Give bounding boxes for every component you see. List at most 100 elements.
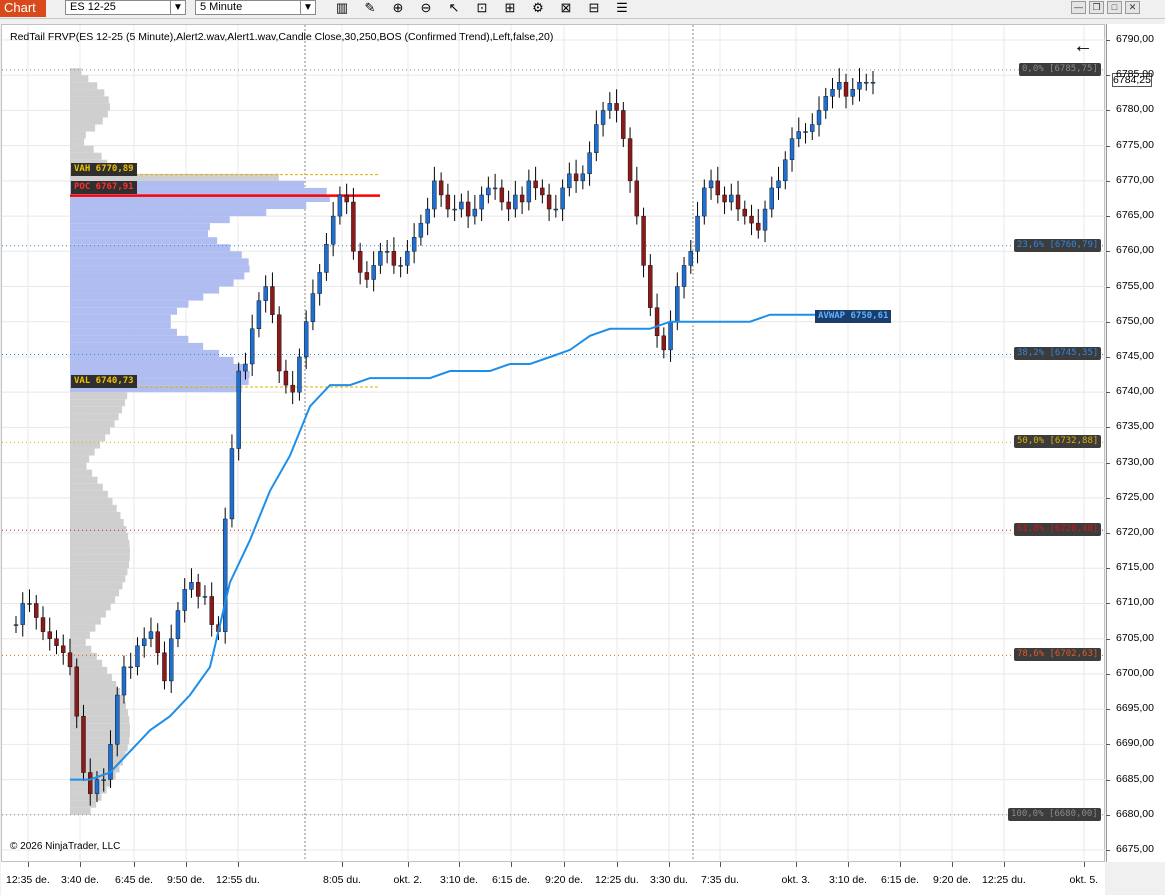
volume-profile-bar <box>70 342 204 350</box>
time-axis-label: 9:20 de. <box>933 874 971 886</box>
fib-level-label: 61,8% [6720,40] <box>1014 523 1102 537</box>
volume-profile-bar <box>70 518 124 526</box>
candle-body <box>823 96 828 111</box>
candle-body <box>587 152 592 175</box>
price-axis-tick <box>1106 638 1110 640</box>
volume-profile-bar <box>70 89 105 97</box>
volume-profile-bar <box>70 209 267 217</box>
candle-body <box>580 173 586 182</box>
volume-profile-bar <box>70 223 210 231</box>
time-axis-tick <box>669 862 670 867</box>
time-axis-tick <box>28 862 29 867</box>
candle-body <box>864 82 869 84</box>
volume-profile-bar <box>70 730 130 738</box>
candle-body <box>13 624 19 626</box>
price-axis-tick <box>1106 110 1110 112</box>
volume-profile-bar <box>70 744 128 752</box>
volume-profile-bar <box>70 356 234 364</box>
price-axis-tick <box>1106 603 1110 605</box>
candle-body <box>34 603 39 618</box>
volume-profile-bar <box>70 540 130 548</box>
volume-profile-bar <box>70 251 242 259</box>
candle-body <box>54 638 59 646</box>
time-axis-tick <box>952 862 953 867</box>
time-axis-label: 12:25 du. <box>982 874 1026 886</box>
volume-profile-bar <box>70 807 91 815</box>
time-axis-tick <box>1084 862 1085 867</box>
volume-profile-bar <box>70 582 123 590</box>
price-axis-label: 6715,00 <box>1116 561 1154 574</box>
price-axis-tick <box>1106 744 1110 746</box>
time-axis-label: 9:50 de. <box>167 874 205 886</box>
candle-body <box>290 384 295 393</box>
candle-body <box>148 631 154 639</box>
volume-profile-bar <box>70 659 103 667</box>
price-axis-label: 6680,00 <box>1116 807 1154 820</box>
candle-body <box>411 237 417 252</box>
time-axis-tick <box>342 862 343 867</box>
price-axis-label: 6750,00 <box>1116 314 1154 327</box>
candle-body <box>81 715 86 773</box>
price-axis-tick <box>1106 462 1110 464</box>
price-axis-label: 6685,00 <box>1116 772 1154 785</box>
candle-body <box>735 194 741 210</box>
volume-profile-bar <box>70 307 178 315</box>
volume-profile-bar <box>70 258 249 266</box>
fib-level-label: 0,0% [6785,75] <box>1019 62 1101 76</box>
price-axis-label: 6710,00 <box>1116 596 1154 609</box>
volume-profile-bar <box>70 237 218 245</box>
candle-body <box>688 251 694 266</box>
candle-body <box>540 187 545 196</box>
volume-profile-bar <box>70 589 120 597</box>
candle-body <box>668 321 673 351</box>
time-axis-tick <box>134 862 135 867</box>
volume-profile-bar <box>70 603 111 611</box>
candle-body <box>648 265 653 308</box>
volume-profile-bar <box>70 265 250 273</box>
time-axis-tick <box>617 862 618 867</box>
candle-body <box>189 582 194 590</box>
candle-body <box>202 596 208 598</box>
time-axis-label: 9:20 de. <box>545 874 583 886</box>
candle-body <box>155 631 160 653</box>
time-axis-tick <box>80 862 81 867</box>
candle-body <box>850 89 855 97</box>
time-axis-label: 12:35 de. <box>6 874 50 886</box>
candle-body <box>128 666 133 669</box>
candle-body <box>661 335 667 351</box>
candle-body <box>405 251 410 266</box>
price-axis-label: 6690,00 <box>1116 737 1154 750</box>
candle-body <box>567 173 572 189</box>
volume-profile-bar <box>70 349 220 357</box>
volume-profile-bar <box>70 617 101 625</box>
volume-profile-bar <box>70 448 95 456</box>
candle-body <box>452 208 457 211</box>
candle-body <box>472 208 478 217</box>
volume-profile-bar <box>70 300 189 308</box>
time-axis-tick <box>564 862 565 867</box>
candle-body <box>614 103 619 111</box>
candle-body <box>654 307 660 337</box>
volume-profile-bar <box>70 406 123 414</box>
back-arrow-icon[interactable]: ← <box>1073 36 1093 56</box>
fib-level-label: 50,0% [6732,88] <box>1014 435 1102 449</box>
time-axis-label: 12:55 du. <box>216 874 260 886</box>
price-axis-tick <box>1106 356 1110 358</box>
price-axis-tick <box>1106 75 1110 77</box>
candle-body <box>74 666 79 717</box>
volume-profile-bar <box>70 75 89 83</box>
volume-profile-bar <box>70 462 87 470</box>
candle-body <box>364 272 370 280</box>
candle-body <box>20 603 25 625</box>
volume-profile-bar <box>70 279 234 287</box>
candle-body <box>857 82 862 90</box>
candle-body <box>621 110 626 139</box>
price-axis-tick <box>1106 673 1110 675</box>
candle-body <box>243 363 248 372</box>
price-axis-label: 6745,00 <box>1116 349 1154 362</box>
volume-profile-bar <box>70 624 96 632</box>
candle-body <box>756 222 761 231</box>
price-axis-tick <box>1106 850 1110 851</box>
candle-body <box>344 194 349 203</box>
candle-body <box>67 652 73 668</box>
